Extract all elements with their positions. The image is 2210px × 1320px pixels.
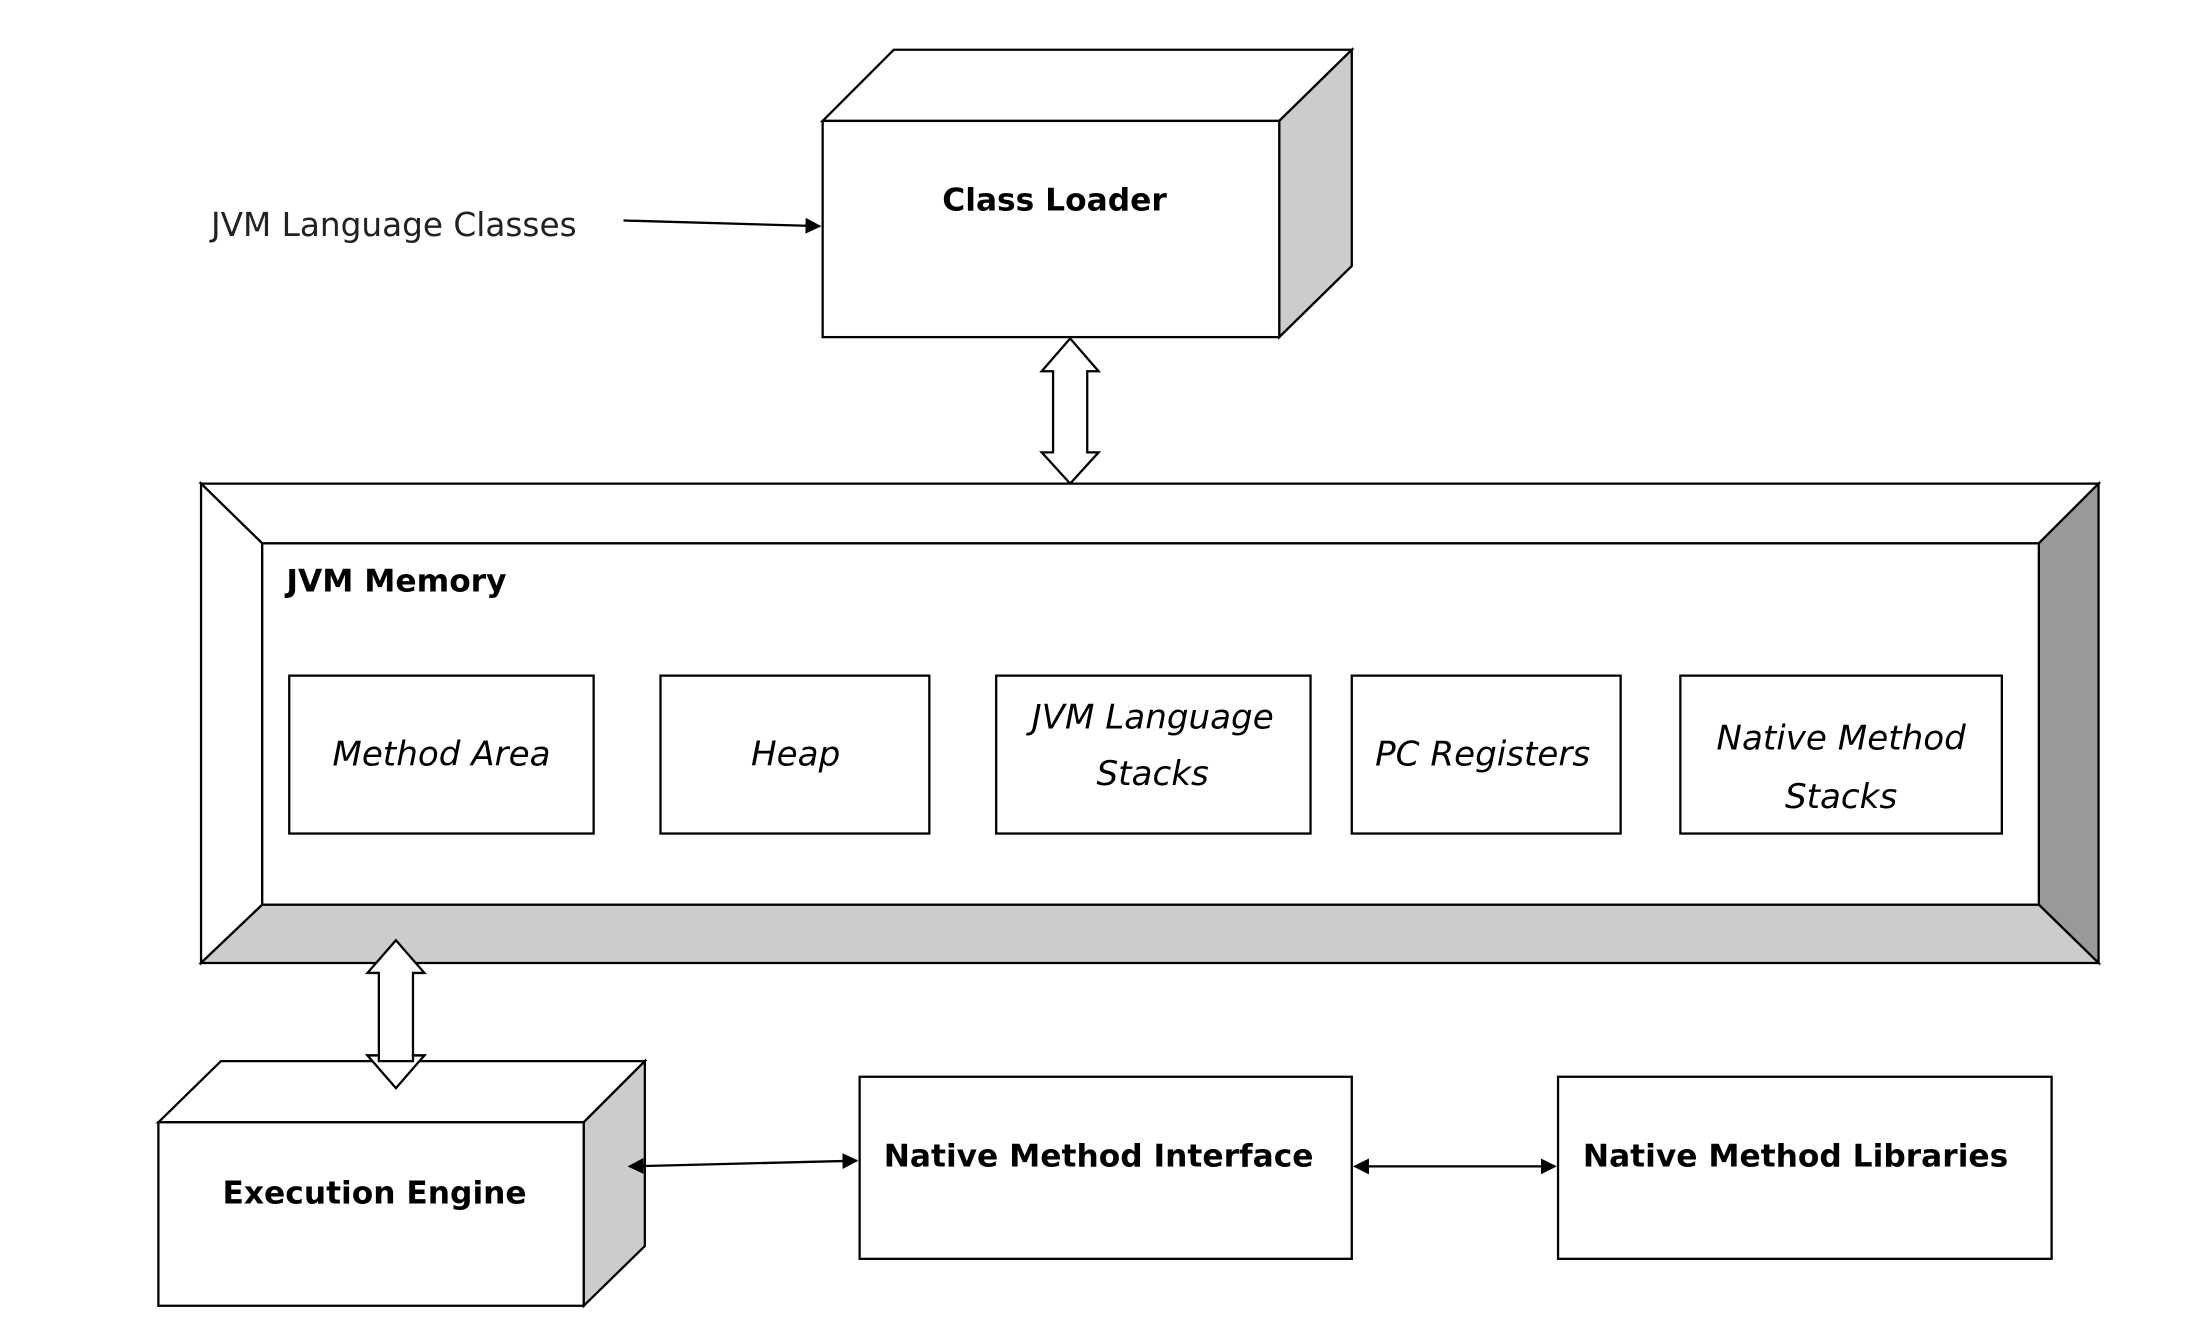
classloader-memory-arrow [1039, 336, 1102, 486]
svg-text:Stacks: Stacks [1785, 777, 1897, 817]
jvm-memory-label: JVM Memory [284, 564, 506, 600]
engine-front-face [157, 1121, 585, 1307]
memory-area-jvm-language-stacks: JVM Language Stacks [995, 674, 1312, 835]
svg-text:Method Area: Method Area [332, 734, 550, 774]
memory-area-method-area: Method Area [288, 674, 595, 835]
memory-bevel-right [2037, 480, 2100, 966]
svg-text:PC Registers: PC Registers [1375, 734, 1590, 774]
jvm-memory-box: JVM Memory Method Area Heap JVM Language… [198, 480, 2102, 966]
class-loader-box: Class Loader [819, 47, 1355, 340]
memory-area-heap: Heap [659, 674, 931, 835]
input-arrow [623, 217, 822, 234]
memory-bevel-top [198, 482, 2102, 545]
memory-bevel-bottom [198, 903, 2102, 965]
memory-area-native-method-stacks: Native Method Stacks [1679, 674, 2003, 835]
engine-interface-arrow [627, 1153, 859, 1174]
memory-area-pc-registers: PC Registers [1350, 674, 1622, 835]
svg-text:Stacks: Stacks [1097, 754, 1209, 794]
memory-bevel-left [199, 480, 264, 966]
execution-engine-box: Execution Engine [155, 1054, 648, 1309]
class-loader-label: Class Loader [942, 183, 1167, 219]
native-method-interface-label: Native Method Interface [884, 1138, 1314, 1174]
native-method-libraries-box: Native Method Libraries [1556, 1075, 2053, 1260]
svg-text:Native Method: Native Method [1716, 719, 1966, 759]
input-label: JVM Language Classes [209, 206, 577, 244]
class-loader-top-face [819, 48, 1355, 123]
native-method-libraries-label: Native Method Libraries [1583, 1138, 2008, 1174]
native-method-interface-box: Native Method Interface [858, 1075, 1353, 1260]
class-loader-front-face [821, 119, 1281, 339]
svg-text:JVM Language: JVM Language [1026, 697, 1274, 737]
svg-text:Heap: Heap [751, 734, 840, 774]
execution-engine-label: Execution Engine [223, 1175, 527, 1211]
jvm-architecture-diagram: JVM Language Classes Class Loader JVM Me… [155, 47, 2102, 1309]
